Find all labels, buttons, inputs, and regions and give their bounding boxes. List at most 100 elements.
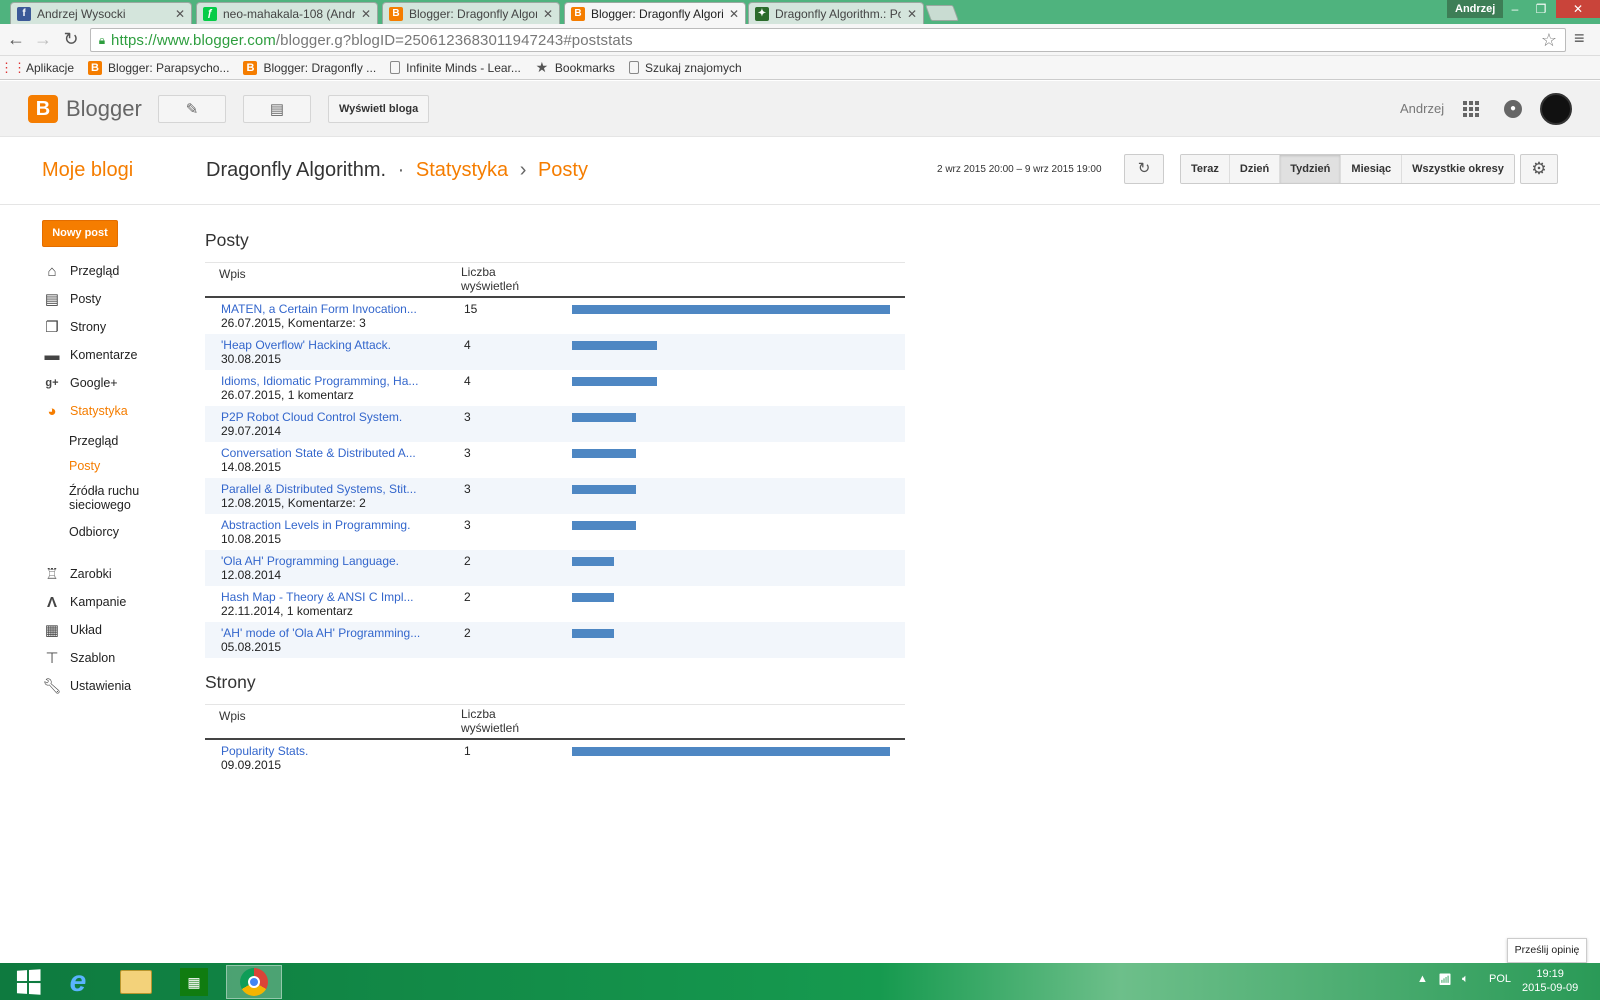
clock[interactable]: 19:19 2015-09-09 <box>1522 967 1578 995</box>
sidebar-item-posts[interactable]: ▤ Posty <box>42 289 101 309</box>
breadcrumb-stats-link[interactable]: Statystyka <box>416 159 508 181</box>
period-all-button[interactable]: Wszystkie okresy <box>1402 155 1514 183</box>
page-icon <box>390 61 401 74</box>
bookmark-item[interactable]: B Blogger: Parapsycho... <box>88 60 229 75</box>
address-bar[interactable]: 🔒︎ https://www.blogger.com/blogger.g?blo… <box>90 28 1566 52</box>
post-title-link[interactable]: 'AH' mode of 'Ola AH' Programming... <box>221 626 420 640</box>
taskbar-store[interactable]: ▦ <box>166 965 222 999</box>
forward-icon[interactable]: → <box>32 28 54 50</box>
volume-icon[interactable]: 🔈︎ <box>1462 973 1469 986</box>
post-title-link[interactable]: P2P Robot Cloud Control System. <box>221 410 402 424</box>
browser-tab[interactable]: ✦ Dragonfly Algorithm.: Pop ✕ <box>748 2 924 24</box>
post-title-link[interactable]: MATEN, a Certain Form Invocation... <box>221 302 417 316</box>
pages-stats-table: Wpis Liczba wyświetleń Popularity Stats.… <box>205 704 905 776</box>
sidebar-sub-traffic-sources[interactable]: Źródła ruchu sieciowego <box>69 484 159 512</box>
chrome-menu-icon[interactable]: ≡ <box>1574 28 1585 49</box>
trophy-icon: ♖ <box>45 566 59 583</box>
back-icon[interactable]: ← <box>5 28 27 50</box>
browser-tab-active[interactable]: B Blogger: Dragonfly Algorit ✕ <box>564 2 746 24</box>
sidebar-item-google-plus[interactable]: g+ Google+ <box>42 373 117 393</box>
sidebar-item-stats[interactable]: ◕ Statystyka <box>42 401 127 421</box>
date-range: 2 wrz 2015 20:00 – 9 wrz 2015 19:00 <box>937 164 1102 175</box>
new-tab-button[interactable] <box>925 5 959 21</box>
sidebar-item-earnings[interactable]: ♖ Zarobki <box>42 564 111 584</box>
sidebar-item-overview[interactable]: ⌂ Przegląd <box>42 261 119 281</box>
post-title-link[interactable]: Abstraction Levels in Programming. <box>221 518 410 532</box>
restore-icon[interactable]: ❐ <box>1528 0 1554 18</box>
bookmark-item[interactable]: ⋮⋮ Aplikacje <box>0 60 74 75</box>
period-week-button[interactable]: Tydzień <box>1280 155 1342 183</box>
close-window-icon[interactable]: ✕ <box>1556 0 1600 18</box>
settings-button[interactable]: ⚙ <box>1520 154 1558 184</box>
tray-expand-icon[interactable]: ▲ <box>1417 973 1428 985</box>
start-button[interactable] <box>0 965 56 999</box>
period-now-button[interactable]: Teraz <box>1181 155 1230 183</box>
blogger-header: B Blogger ✎ ▤ Wyświetl bloga Andrzej ● <box>0 81 1600 137</box>
taskbar-ie[interactable]: e <box>50 965 106 999</box>
sidebar-sub-audience[interactable]: Odbiorcy <box>69 525 119 539</box>
language-indicator[interactable]: POL <box>1489 973 1511 985</box>
network-icon[interactable]: 📶︎ <box>1438 973 1452 986</box>
avatar[interactable] <box>1540 93 1572 125</box>
send-feedback-button[interactable]: Prześlij opinię <box>1507 938 1587 963</box>
sidebar-item-pages[interactable]: ❐ Strony <box>42 317 106 337</box>
post-meta: 26.07.2015, Komentarze: 3 <box>221 316 366 330</box>
browser-tab[interactable]: ƒ neo-mahakala-108 (Andrz ✕ <box>196 2 378 24</box>
view-blog-button[interactable]: Wyświetl bloga <box>328 95 430 123</box>
close-tab-icon[interactable]: ✕ <box>729 7 739 21</box>
sidebar-item-comments[interactable]: ▬ Komentarze <box>42 345 138 365</box>
close-tab-icon[interactable]: ✕ <box>175 7 185 21</box>
close-tab-icon[interactable]: ✕ <box>361 7 371 21</box>
notification-bell-icon[interactable]: ● <box>1504 100 1522 118</box>
sidebar-sub-overview[interactable]: Przegląd <box>69 434 118 448</box>
wrench-icon: 🔧︎ <box>42 678 62 695</box>
sidebar-item-settings[interactable]: 🔧︎ Ustawienia <box>42 676 131 696</box>
post-meta: 09.09.2015 <box>221 758 282 772</box>
bookmark-item[interactable]: Infinite Minds - Lear... <box>390 61 521 75</box>
view-count: 4 <box>464 338 471 352</box>
sidebar-sub-posts[interactable]: Posty <box>69 459 100 473</box>
bookmark-star-icon[interactable]: ☆ <box>1541 30 1557 51</box>
new-post-button[interactable]: Nowy post <box>42 220 118 247</box>
post-title-link[interactable]: Parallel & Distributed Systems, Stit... <box>221 482 416 496</box>
my-blogs-link[interactable]: Moje blogi <box>42 159 133 182</box>
refresh-icon: ↻ <box>1137 160 1151 177</box>
post-title-link[interactable]: 'Heap Overflow' Hacking Attack. <box>221 338 391 352</box>
browser-tab[interactable]: B Blogger: Dragonfly Algorit ✕ <box>382 2 560 24</box>
deviantart-icon: ƒ <box>203 6 217 21</box>
apps-grid-icon[interactable] <box>1463 101 1479 117</box>
close-tab-icon[interactable]: ✕ <box>543 7 553 21</box>
reload-icon[interactable]: ↻ <box>60 28 82 50</box>
post-meta: 05.08.2015 <box>221 640 282 654</box>
window-user-badge[interactable]: Andrzej <box>1447 0 1504 18</box>
post-title-link[interactable]: Hash Map - Theory & ANSI C Impl... <box>221 590 414 604</box>
pages-section-title: Strony <box>205 672 256 692</box>
bookmark-item[interactable]: B Blogger: Dragonfly ... <box>243 60 376 75</box>
taskbar-chrome[interactable] <box>226 965 282 999</box>
posts-list-button[interactable]: ▤ <box>243 95 311 123</box>
post-title-link[interactable]: 'Ola AH' Programming Language. <box>221 554 399 568</box>
taskbar-explorer[interactable] <box>108 965 164 999</box>
store-icon: ▦ <box>180 968 208 996</box>
sidebar-item-layout[interactable]: ▦ Układ <box>42 620 102 640</box>
bookmark-item[interactable]: Szukaj znajomych <box>628 61 742 75</box>
gear-icon: ⚙ <box>1531 159 1547 178</box>
column-views: Liczba wyświetleń <box>461 707 520 735</box>
post-title-link[interactable]: Conversation State & Distributed A... <box>221 446 416 460</box>
minimize-icon[interactable]: – <box>1502 0 1528 18</box>
refresh-button[interactable]: ↻ <box>1124 154 1164 184</box>
sidebar-item-campaigns[interactable]: Λ Kampanie <box>42 592 126 612</box>
header-user-name[interactable]: Andrzej <box>1400 101 1444 116</box>
post-title-link[interactable]: Idioms, Idiomatic Programming, Ha... <box>221 374 418 388</box>
blogger-logo[interactable]: B Blogger <box>28 95 142 123</box>
sidebar-item-template[interactable]: ⊤ Szablon <box>42 648 115 668</box>
period-month-button[interactable]: Miesiąc <box>1341 155 1403 183</box>
period-day-button[interactable]: Dzień <box>1229 155 1281 183</box>
post-title-link[interactable]: Popularity Stats. <box>221 744 308 758</box>
folder-icon <box>120 970 152 994</box>
browser-tab[interactable]: f Andrzej Wysocki ✕ <box>10 2 192 24</box>
close-tab-icon[interactable]: ✕ <box>907 7 917 21</box>
new-post-pencil-button[interactable]: ✎ <box>158 95 226 123</box>
blog-name: Dragonfly Algorithm. <box>206 159 387 181</box>
bookmark-item[interactable]: ★ Bookmarks <box>535 59 615 75</box>
